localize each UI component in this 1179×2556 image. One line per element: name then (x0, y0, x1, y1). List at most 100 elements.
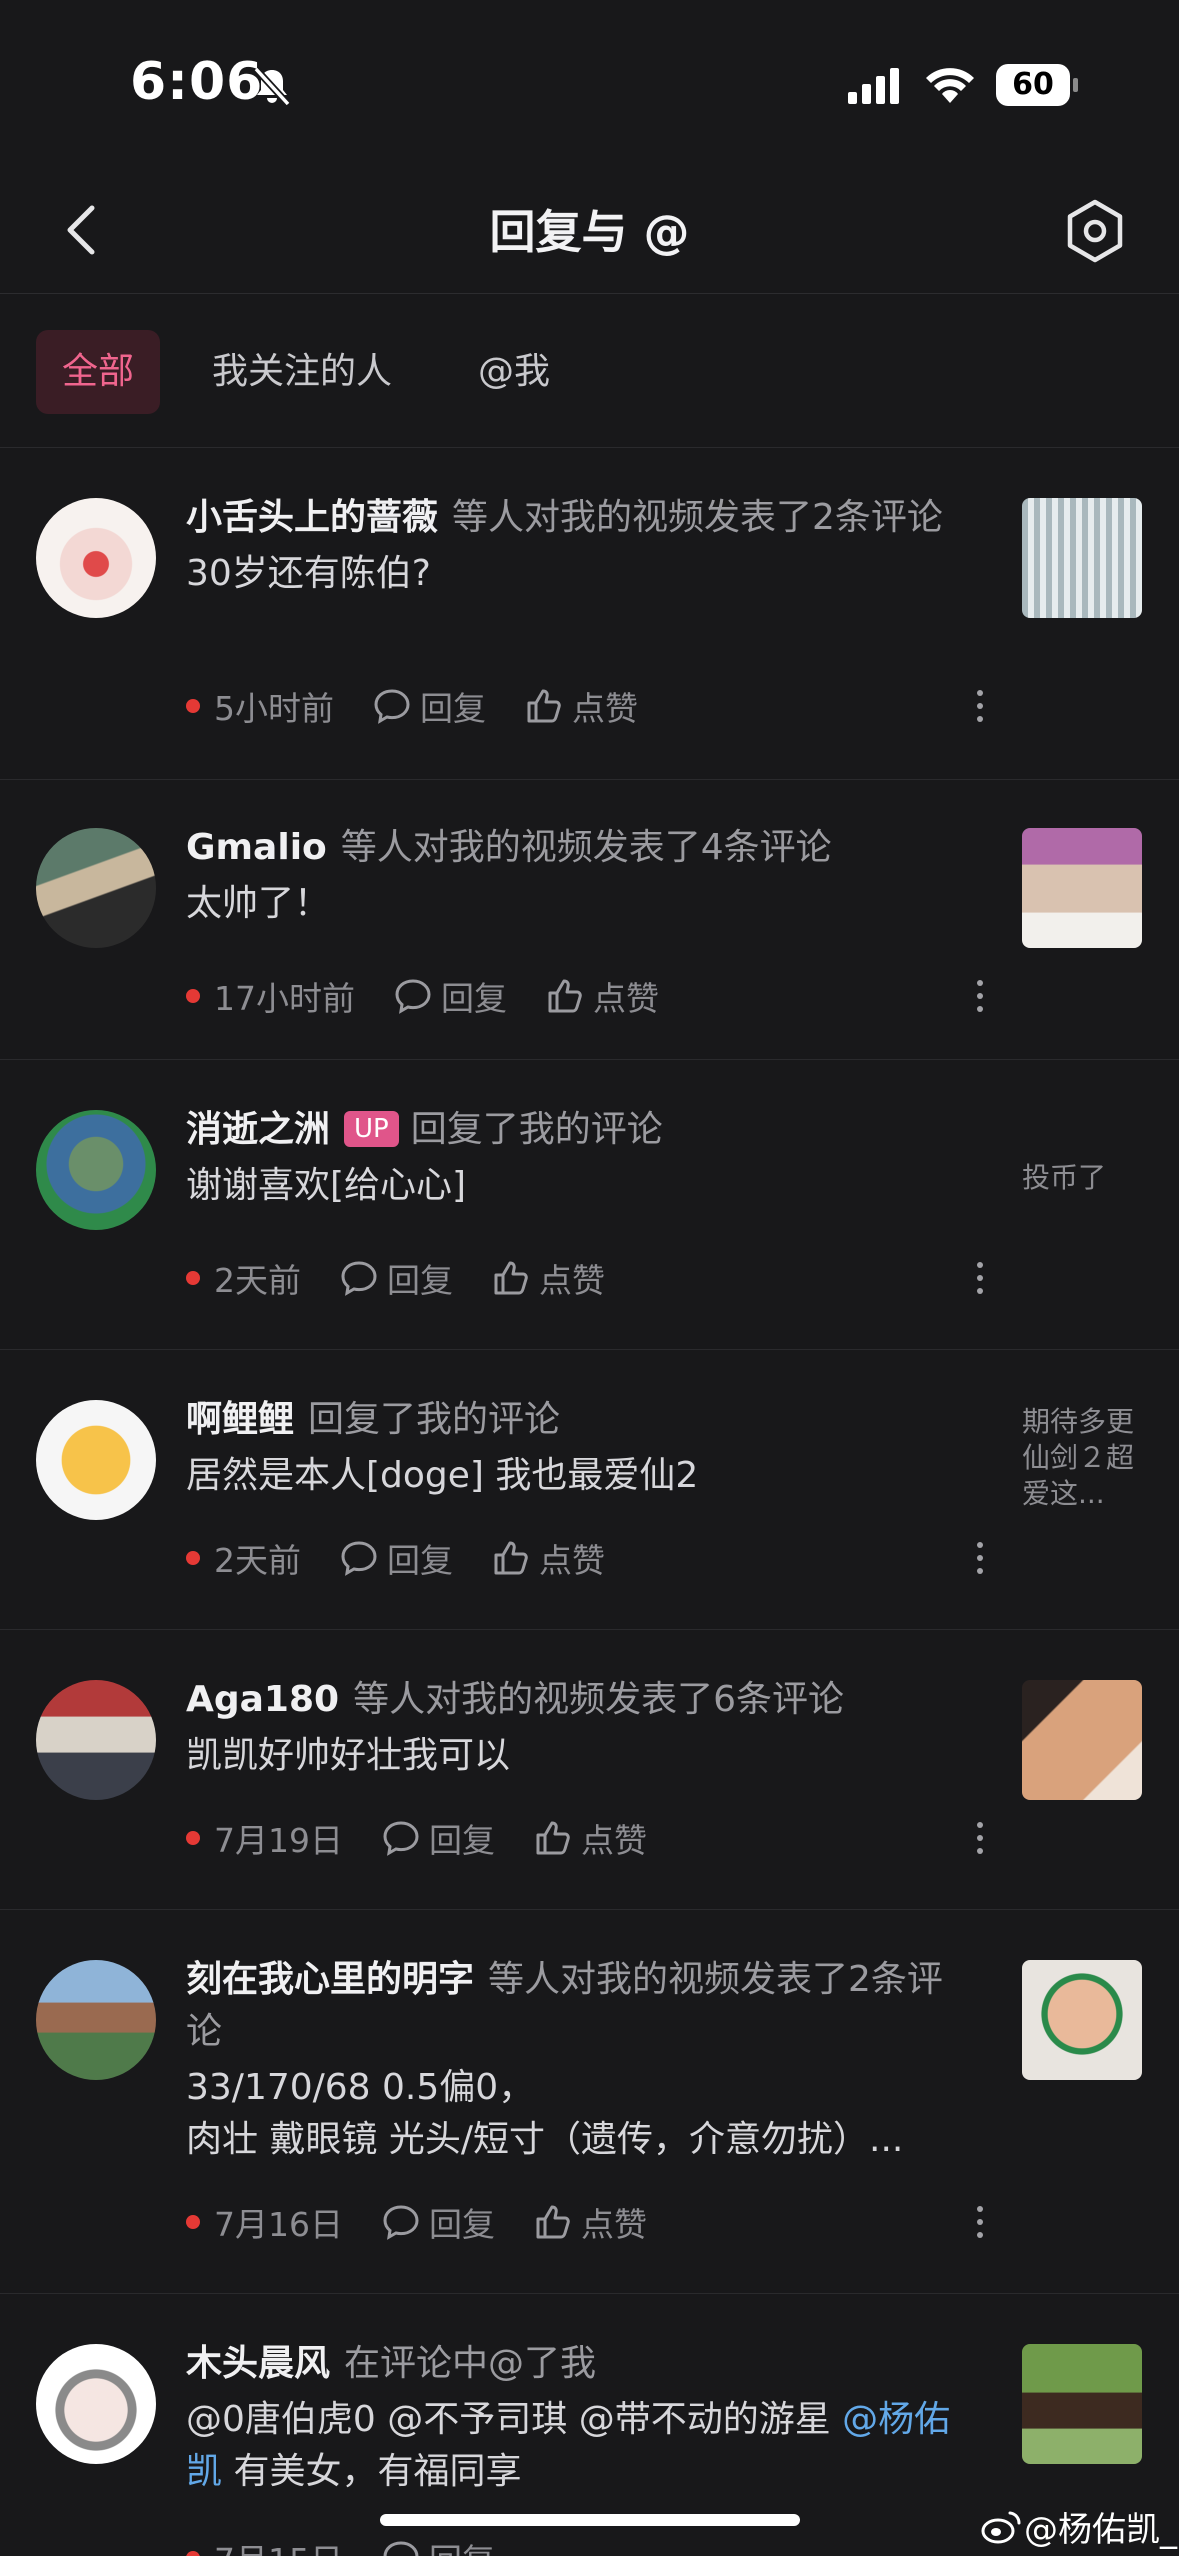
like-button[interactable]: 点赞 (533, 2198, 647, 2246)
username[interactable]: 啊鲤鲤 (186, 1399, 294, 1440)
more-vertical-icon[interactable] (968, 680, 992, 732)
avatar[interactable] (36, 498, 156, 618)
more-vertical-icon[interactable] (968, 970, 992, 1022)
action-text: 回复了我的评论 (410, 1109, 663, 1150)
reply-button[interactable]: 回复 (393, 972, 507, 1020)
unread-dot (186, 1271, 200, 1285)
like-label: 点赞 (572, 689, 638, 728)
avatar[interactable] (36, 1110, 156, 1230)
action-text: 等人对我的视频发表了2条评论 (452, 497, 943, 538)
reply-button[interactable]: 回复 (381, 2198, 495, 2246)
like-button[interactable]: 点赞 (545, 972, 659, 1020)
item-meta: 5小时前 回复 点赞 (186, 680, 638, 732)
reply-button[interactable]: 回复 (381, 2534, 495, 2556)
like-button[interactable]: 点赞 (524, 682, 638, 730)
more-vertical-icon[interactable] (968, 1252, 992, 1304)
list-item[interactable]: 啊鲤鲤 回复了我的评论 居然是本人[doge] 我也最爱仙2 2天前 回复 点赞 … (0, 1350, 1179, 1630)
timestamp: 7月15日 (214, 2534, 343, 2556)
video-thumbnail[interactable] (1022, 498, 1142, 618)
settings-icon[interactable] (1060, 196, 1130, 266)
tab-following[interactable]: 我关注的人 (186, 330, 418, 414)
list-item[interactable]: 刻在我心里的明字 等人对我的视频发表了2条评论 33/170/68 0.5偏0， … (0, 1910, 1179, 2294)
filter-tabs: 全部 我关注的人 @我 (0, 294, 1179, 448)
video-thumbnail[interactable] (1022, 1960, 1142, 2080)
reply-bubble-icon (383, 2541, 419, 2556)
like-label: 点赞 (581, 1821, 647, 1860)
username[interactable]: 刻在我心里的明字 (186, 1959, 474, 2000)
like-button[interactable]: 点赞 (491, 1254, 605, 1302)
username[interactable]: 木头晨风 (186, 2343, 330, 2384)
unread-dot (186, 989, 200, 1003)
comment-text: 30岁还有陈伯? (186, 553, 431, 594)
unread-dot (186, 2215, 200, 2229)
reply-button[interactable]: 回复 (372, 682, 486, 730)
reply-button[interactable]: 回复 (339, 1254, 453, 1302)
reply-label: 回复 (441, 979, 507, 1018)
more-vertical-icon[interactable] (968, 2196, 992, 2248)
quoted-comment[interactable]: 期待多更仙剑２超爱这... (1022, 1404, 1152, 1512)
like-button[interactable]: 点赞 (491, 1534, 605, 1582)
nav-bar: 回复与 @ (0, 170, 1179, 294)
action-text: 等人对我的视频发表了4条评论 (340, 827, 832, 868)
status-bar: 6:06 60 (0, 0, 1179, 170)
reply-button[interactable]: 回复 (339, 1534, 453, 1582)
tab-all[interactable]: 全部 (36, 330, 161, 414)
tab-mentions[interactable]: @我 (452, 330, 576, 414)
username[interactable]: Aga180 (186, 1679, 339, 1720)
like-button[interactable]: 点赞 (533, 1814, 647, 1862)
username[interactable]: Gmalio (186, 827, 327, 868)
timestamp: 5小时前 (214, 689, 334, 728)
list-item[interactable]: Gmalio 等人对我的视频发表了4条评论 太帅了！ 17小时前 回复 点赞 (0, 780, 1179, 1060)
comment-text: 凯凯好帅好壮我可以 (186, 1735, 511, 1776)
video-thumbnail[interactable] (1022, 1680, 1142, 1800)
battery-level: 60 (996, 64, 1070, 106)
avatar[interactable] (36, 1960, 156, 2080)
watermark: @杨佑凯_ (980, 2502, 1177, 2551)
unread-dot (186, 699, 200, 713)
avatar[interactable] (36, 828, 156, 948)
comment-text: 太帅了！ (186, 883, 331, 924)
item-meta: 2天前 回复 点赞 (186, 1252, 605, 1304)
item-meta: 7月16日 回复 点赞 (186, 2196, 647, 2248)
unread-dot (186, 2551, 200, 2556)
comment-text-line2: 肉壮 戴眼镜 光头/短寸（遗传，介意勿扰）... (186, 2119, 904, 2160)
more-vertical-icon[interactable] (968, 1812, 992, 1864)
list-item[interactable]: 小舌头上的蔷薇 等人对我的视频发表了2条评论 30岁还有陈伯? 5小时前 回复 点… (0, 448, 1179, 780)
comment-text-tail: 有美女，有福同享 (222, 2451, 522, 2492)
reply-bubble-icon (383, 1821, 419, 1856)
action-text: 等人对我的视频发表了6条评论 (353, 1679, 844, 1720)
reply-label: 回复 (420, 689, 486, 728)
comment-text-head: @0唐伯虎0 @不予司琪 @带不动的游星 (186, 2399, 843, 2440)
video-thumbnail[interactable] (1022, 2344, 1142, 2464)
status-time: 6:06 (130, 52, 264, 112)
username[interactable]: 小舌头上的蔷薇 (186, 497, 438, 538)
thumbs-up-icon (536, 1821, 570, 1855)
timestamp: 17小时前 (214, 979, 355, 1018)
more-vertical-icon[interactable] (968, 1532, 992, 1584)
timestamp: 2天前 (214, 1541, 301, 1580)
weibo-icon (981, 2511, 1021, 2543)
action-text: 回复了我的评论 (308, 1399, 561, 1440)
reply-bubble-icon (395, 979, 431, 1014)
reply-label: 回复 (387, 1261, 453, 1300)
video-thumbnail[interactable] (1022, 828, 1142, 948)
up-badge: UP (344, 1111, 399, 1147)
item-meta: 2天前 回复 点赞 (186, 1532, 605, 1584)
watermark-text: @杨佑凯_ (1024, 2510, 1177, 2550)
like-label: 点赞 (593, 979, 659, 1018)
avatar[interactable] (36, 2344, 156, 2464)
like-label: 点赞 (539, 1261, 605, 1300)
home-indicator[interactable] (380, 2514, 800, 2526)
timestamp: 2天前 (214, 1261, 301, 1300)
avatar[interactable] (36, 1680, 156, 1800)
username[interactable]: 消逝之洲 (186, 1109, 330, 1150)
action-text: 在评论中@了我 (344, 2343, 597, 2384)
like-label: 点赞 (581, 2205, 647, 2244)
list-item[interactable]: 消逝之洲 UP 回复了我的评论 谢谢喜欢[给心心] 2天前 回复 点赞 投币了 (0, 1060, 1179, 1350)
unread-dot (186, 1551, 200, 1565)
item-meta: 7月19日 回复 点赞 (186, 1812, 647, 1864)
reply-button[interactable]: 回复 (381, 1814, 495, 1862)
avatar[interactable] (36, 1400, 156, 1520)
list-item[interactable]: Aga180 等人对我的视频发表了6条评论 凯凯好帅好壮我可以 7月19日 回复 … (0, 1630, 1179, 1910)
quoted-comment[interactable]: 投币了 (1022, 1160, 1152, 1196)
